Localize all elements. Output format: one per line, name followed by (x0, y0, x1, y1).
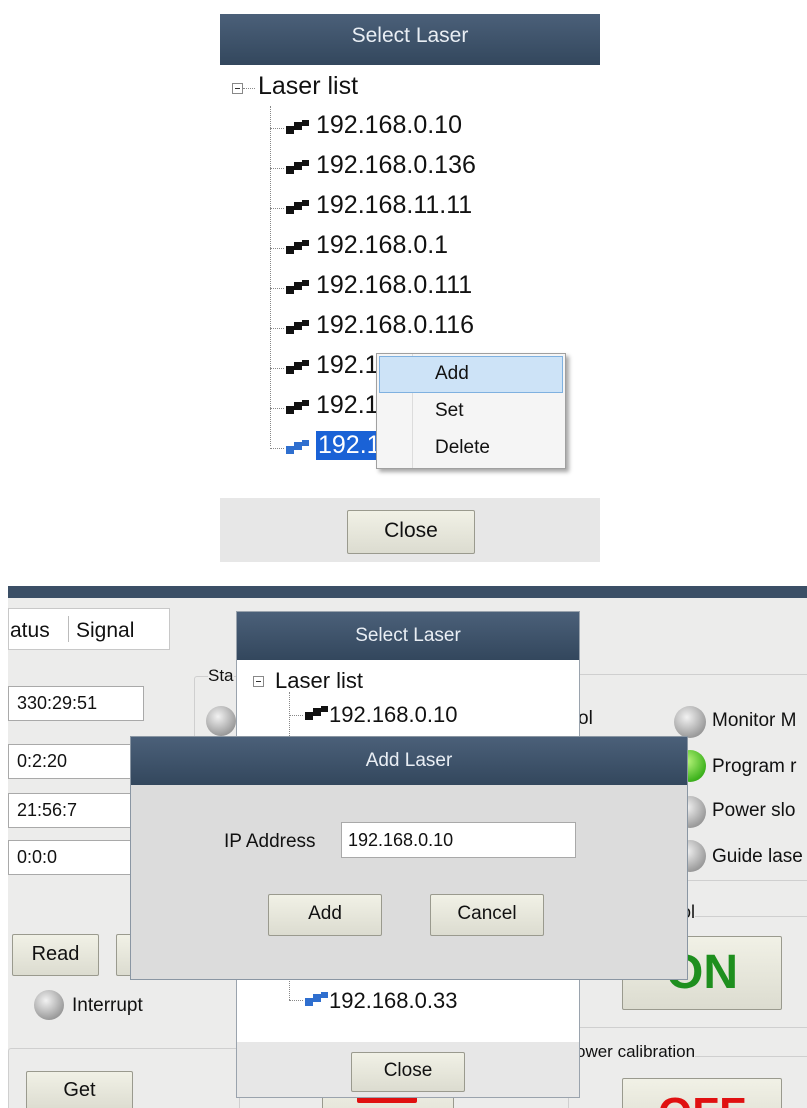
tree-item[interactable]: 192.1 (315, 430, 384, 461)
program-label: Program r (712, 756, 797, 777)
laser-node-icon (286, 240, 309, 254)
dialog-title: Select Laser (351, 24, 469, 47)
dialog-title-bar: Select Laser (220, 14, 600, 65)
laser-node-icon-selected (305, 992, 328, 1006)
close-button-label: Close (384, 519, 438, 542)
collapse-icon[interactable] (253, 676, 264, 687)
laser-node-icon (286, 200, 309, 214)
get-button[interactable]: Get (26, 1071, 133, 1108)
menu-item-delete[interactable]: Delete (435, 437, 490, 459)
close-button[interactable]: Close (347, 510, 475, 554)
add-button-label: Add (308, 903, 342, 924)
menu-highlight (379, 356, 563, 393)
monitor-label: Monitor M (712, 710, 797, 731)
guide-laser-label: Guide lase (712, 846, 803, 867)
tree-item[interactable]: 192.1 (316, 391, 379, 420)
tab-signal[interactable]: Signal (76, 619, 134, 643)
menu-item-add[interactable]: Add (435, 363, 469, 385)
laser-node-icon (286, 320, 309, 334)
collapse-icon[interactable] (232, 83, 243, 94)
tree-item[interactable]: 192.168.0.116 (316, 311, 474, 340)
tree-root-label[interactable]: Laser list (275, 668, 363, 694)
laser-node-icon (286, 360, 309, 374)
off-button[interactable]: OFF (622, 1078, 782, 1108)
context-menu: Add Set Delete (376, 353, 566, 469)
ip-address-label: IP Address (224, 831, 316, 852)
laser-node-icon (286, 120, 309, 134)
tree-item[interactable]: 192.1 (316, 351, 379, 380)
tree-item[interactable]: 192.168.0.111 (316, 271, 472, 300)
cancel-button-label: Cancel (457, 903, 517, 924)
tree-item[interactable]: 192.168.0.1 (316, 231, 448, 260)
laser-node-icon (305, 706, 328, 720)
add-dialog-title-bar: Add Laser (131, 737, 687, 785)
app-top-bar (8, 586, 807, 598)
tree-item[interactable]: 192.168.0.10 (316, 111, 462, 140)
time-field-4[interactable]: 0:0:0 (8, 840, 144, 875)
interrupt-label: Interrupt (72, 995, 143, 1016)
dialog-title: Select Laser (355, 625, 461, 646)
get-button-label: Get (63, 1079, 96, 1101)
off-button-label: OFF (658, 1089, 746, 1108)
status-led (206, 706, 236, 736)
status-group-label: Sta (208, 666, 234, 686)
app-window: atus Signal 330:29:51 0:2:20 21:56:7 0:0… (8, 586, 807, 1108)
laser-node-icon (286, 280, 309, 294)
add-button[interactable]: Add (268, 894, 382, 936)
power-calibration-label: ower calibration (576, 1042, 696, 1062)
close-button-label: Close (383, 1060, 433, 1081)
tree-item[interactable]: 192.168.0.136 (316, 151, 476, 180)
time-field-1[interactable]: 330:29:51 (8, 686, 144, 721)
add-dialog-title: Add Laser (365, 750, 453, 771)
menu-item-set[interactable]: Set (435, 400, 464, 422)
interrupt-led (34, 990, 64, 1020)
laser-node-icon (286, 400, 309, 414)
tab-status[interactable]: atus (10, 619, 50, 643)
laser-node-icon-selected (286, 440, 309, 454)
close-button[interactable]: Close (351, 1052, 465, 1092)
read-button-label: Read (31, 943, 80, 965)
right-group-label: ol (578, 708, 593, 729)
time-field-2[interactable]: 0:2:20 (8, 744, 144, 779)
dialog-title-bar: Select Laser (237, 612, 579, 660)
laser-node-icon (286, 160, 309, 174)
select-laser-dialog: Select Laser Laser list 192.168.0.10 192.… (220, 14, 600, 562)
power-slow-label: Power slo (712, 800, 796, 821)
tree-item[interactable]: 192.168.0.33 (329, 988, 457, 1014)
tree-item[interactable]: 192.168.11.11 (316, 191, 472, 220)
tree-item[interactable]: 192.168.0.10 (329, 702, 457, 728)
tree-root-label[interactable]: Laser list (258, 72, 358, 101)
ip-address-input[interactable]: 192.168.0.10 (341, 822, 576, 858)
read-button[interactable]: Read (12, 934, 99, 976)
cancel-button[interactable]: Cancel (430, 894, 544, 936)
monitor-led (674, 706, 706, 738)
time-field-3[interactable]: 21:56:7 (8, 793, 144, 828)
add-laser-dialog: Add Laser IP Address 192.168.0.10 Add Ca… (130, 736, 688, 980)
